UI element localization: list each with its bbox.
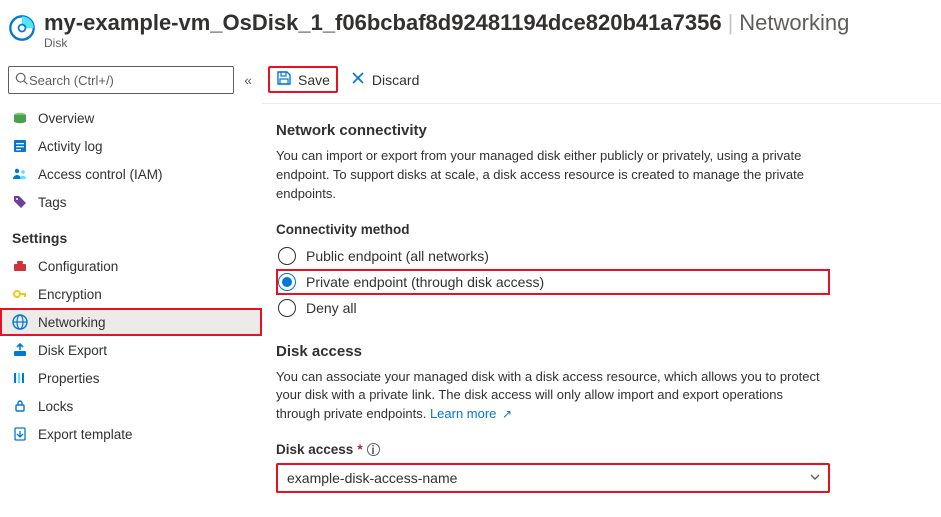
properties-icon [12,370,28,386]
required-indicator: * [357,442,362,457]
nav-label: Overview [38,111,94,126]
discard-label: Discard [372,72,419,88]
sidebar-search[interactable] [8,66,234,94]
sidebar-item-overview[interactable]: Overview [0,104,262,132]
collapse-sidebar-button[interactable]: « [242,72,254,88]
radio-private-endpoint[interactable]: Private endpoint (through disk access) [276,269,830,295]
page-header: my-example-vm_OsDisk_1_f06bcbaf8d9248119… [0,0,941,56]
title-separator: | [728,10,734,36]
sidebar-item-locks[interactable]: Locks [0,392,262,420]
nav-label: Encryption [38,287,102,302]
network-connectivity-title: Network connectivity [276,122,830,139]
disk-access-desc: You can associate your managed disk with… [276,368,830,425]
learn-more-link[interactable]: Learn more ↗ [430,406,512,421]
radio-label: Private endpoint (through disk access) [306,274,544,290]
connectivity-method-label: Connectivity method [276,222,830,237]
disk-access-label-text: Disk access [276,442,353,457]
nav-label: Properties [38,371,100,386]
settings-heading: Settings [0,216,262,252]
external-link-icon: ↗ [502,407,512,421]
save-button[interactable]: Save [268,66,338,93]
tag-icon [12,194,28,210]
discard-button[interactable]: Discard [342,66,427,93]
nav-label: Locks [38,399,73,414]
lock-icon [12,398,28,414]
disk-resource-icon [8,14,36,42]
template-icon [12,426,28,442]
dropdown-selected-value: example-disk-access-name [287,470,457,486]
nav-label: Export template [38,427,133,442]
nav-label: Networking [38,315,106,330]
disk-access-desc-text: You can associate your managed disk with… [276,369,820,422]
chevron-down-icon [809,470,821,486]
network-connectivity-desc: You can import or export from your manag… [276,147,830,204]
sidebar-item-configuration[interactable]: Configuration [0,252,262,280]
sidebar-item-properties[interactable]: Properties [0,364,262,392]
sidebar-item-activity-log[interactable]: Activity log [0,132,262,160]
key-icon [12,286,28,302]
radio-public-endpoint[interactable]: Public endpoint (all networks) [276,243,830,269]
save-icon [276,70,292,89]
radio-icon [278,247,296,265]
network-icon [12,314,28,330]
toolbox-icon [12,258,28,274]
disk-access-title: Disk access [276,343,830,360]
discard-icon [350,70,366,89]
iam-icon [12,166,28,182]
sidebar-item-disk-export[interactable]: Disk Export [0,336,262,364]
section-name: Networking [739,10,849,36]
disk-access-field-label: Disk access * i [276,442,830,457]
sidebar-item-encryption[interactable]: Encryption [0,280,262,308]
learn-more-text: Learn more [430,406,496,421]
radio-deny-all[interactable]: Deny all [276,295,830,321]
sidebar-item-tags[interactable]: Tags [0,188,262,216]
search-icon [15,72,29,89]
radio-icon [278,273,296,291]
disk-icon [12,110,28,126]
sidebar: « Overview Activity log Access control (… [0,56,262,515]
sidebar-item-export-template[interactable]: Export template [0,420,262,448]
nav-label: Activity log [38,139,103,154]
sidebar-item-access-control[interactable]: Access control (IAM) [0,160,262,188]
toolbar: Save Discard [262,56,941,104]
main-pane: Save Discard Network connectivity You ca… [262,56,941,515]
nav-label: Configuration [38,259,118,274]
nav-label: Access control (IAM) [38,167,163,182]
radio-icon [278,299,296,317]
resource-type: Disk [44,36,927,50]
nav-label: Tags [38,195,67,210]
radio-label: Deny all [306,300,357,316]
search-input[interactable] [29,73,227,88]
nav-label: Disk Export [38,343,107,358]
export-icon [12,342,28,358]
sidebar-item-networking[interactable]: Networking [0,308,262,336]
radio-label: Public endpoint (all networks) [306,248,489,264]
log-icon [12,138,28,154]
connectivity-method-group: Public endpoint (all networks) Private e… [276,243,830,321]
resource-name: my-example-vm_OsDisk_1_f06bcbaf8d9248119… [44,10,722,36]
disk-access-dropdown[interactable]: example-disk-access-name [276,463,830,493]
save-label: Save [298,72,330,88]
info-icon[interactable]: i [367,443,380,456]
